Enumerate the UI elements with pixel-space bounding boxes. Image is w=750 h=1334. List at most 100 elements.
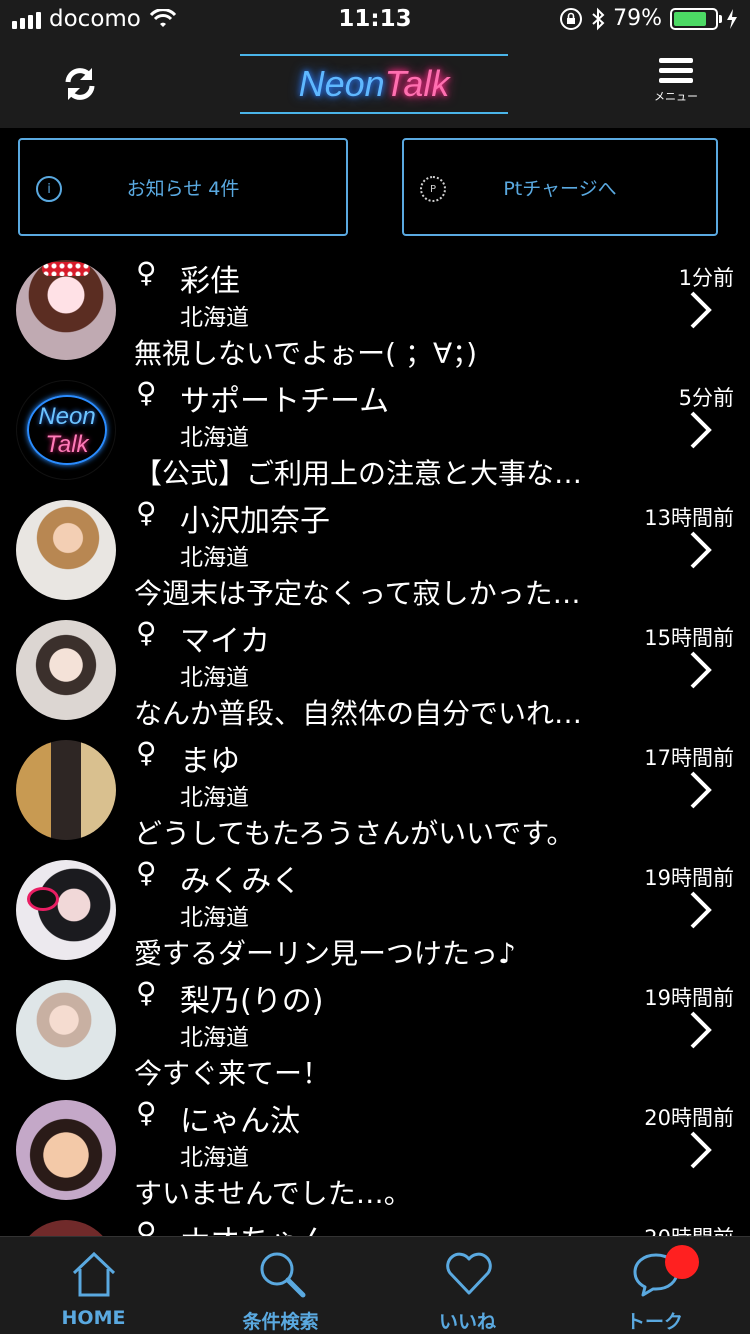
message-row[interactable]: Neon Talk ♀ サポートチーム 北海道 【公式】ご利用上の注意と大事な…… xyxy=(0,370,750,490)
tab-bar: HOME 条件検索 いいね トーク xyxy=(0,1236,750,1334)
status-right: 79% xyxy=(559,6,738,31)
chevron-right-icon xyxy=(690,291,712,329)
message-preview: どうしてもたろうさんがいいです。 xyxy=(134,817,575,850)
message-time: 1分前 xyxy=(678,266,734,290)
avatar-logo-talk: Talk xyxy=(45,431,89,458)
user-name: 彩佳 xyxy=(180,264,240,299)
info-icon: i xyxy=(36,176,62,202)
avatar[interactable] xyxy=(16,260,116,360)
status-bar: docomo 11:13 79% xyxy=(0,0,750,40)
message-time: 20時間前 xyxy=(644,1106,734,1130)
tab-label: HOME xyxy=(61,1307,126,1329)
avatar[interactable] xyxy=(16,1220,116,1236)
message-preview: 愛するダーリン見ーつけたっ♪ xyxy=(134,937,516,970)
tab-likes[interactable]: いいね xyxy=(374,1237,561,1334)
message-row[interactable]: ♀ 彩佳 北海道 無視しないでよぉー( ；∀；) 1分前 xyxy=(0,250,750,370)
tab-label: 条件検索 xyxy=(242,1311,319,1333)
female-icon: ♀ xyxy=(136,616,157,649)
chevron-right-icon xyxy=(690,651,712,689)
female-icon: ♀ xyxy=(136,256,157,289)
user-name: ナオちゃん xyxy=(180,1216,330,1236)
message-time: 20時間前 xyxy=(644,1222,734,1236)
message-list: ♀ 彩佳 北海道 無視しないでよぉー( ；∀；) 1分前 Neon Talk ♀… xyxy=(0,250,750,1236)
points-icon: P xyxy=(420,176,446,202)
app-header: Neon Talk メニュー xyxy=(0,40,750,128)
battery-percent: 79% xyxy=(613,6,662,31)
user-prefecture: 北海道 xyxy=(180,1025,249,1051)
user-name: サポートチーム xyxy=(180,384,390,419)
avatar[interactable]: Neon Talk xyxy=(16,380,116,480)
user-prefecture: 北海道 xyxy=(180,905,249,931)
message-row[interactable]: ♀ まゆ 北海道 どうしてもたろうさんがいいです。 17時間前 xyxy=(0,730,750,850)
charge-button[interactable]: P Ptチャージへ xyxy=(402,138,718,236)
app-logo: Neon Talk xyxy=(240,54,508,114)
user-name: マイカ xyxy=(180,624,270,659)
message-preview: 今週末は予定なくって寂しかった… xyxy=(134,577,581,610)
message-row[interactable]: ♀ ナオちゃん 20時間前 xyxy=(0,1210,750,1236)
message-time: 19時間前 xyxy=(644,866,734,890)
avatar[interactable] xyxy=(16,860,116,960)
chevron-right-icon xyxy=(690,771,712,809)
chevron-right-icon xyxy=(690,531,712,569)
user-prefecture: 北海道 xyxy=(180,305,249,331)
message-row[interactable]: ♀ 梨乃(りの) 北海道 今すぐ来てー！ 19時間前 xyxy=(0,970,750,1090)
user-name: みくみく xyxy=(180,864,302,899)
message-time: 19時間前 xyxy=(644,986,734,1010)
message-preview: 無視しないでよぉー( ；∀；) xyxy=(134,337,478,370)
user-prefecture: 北海道 xyxy=(180,425,249,451)
avatar[interactable] xyxy=(16,740,116,840)
chevron-right-icon xyxy=(690,891,712,929)
message-time: 15時間前 xyxy=(644,626,734,650)
avatar-logo-neon: Neon xyxy=(38,403,96,430)
news-label: お知らせ 4件 xyxy=(126,177,240,200)
battery-fill xyxy=(674,11,706,26)
action-buttons: i お知らせ 4件 P Ptチャージへ xyxy=(0,128,750,246)
message-preview: 【公式】ご利用上の注意と大事な… xyxy=(134,457,583,490)
charging-icon xyxy=(727,8,737,29)
charge-label: Ptチャージへ xyxy=(503,177,617,200)
refresh-icon xyxy=(65,68,95,100)
notification-badge xyxy=(665,1245,699,1279)
refresh-button[interactable] xyxy=(56,60,104,108)
message-time: 17時間前 xyxy=(644,746,734,770)
female-icon: ♀ xyxy=(136,376,157,409)
bluetooth-icon xyxy=(592,7,605,30)
chevron-right-icon xyxy=(690,411,712,449)
heart-icon xyxy=(446,1252,492,1295)
female-icon: ♀ xyxy=(136,856,157,889)
female-icon: ♀ xyxy=(136,496,157,529)
tab-home[interactable]: HOME xyxy=(0,1237,187,1334)
menu-label: メニュー xyxy=(654,90,698,103)
tab-talk[interactable]: トーク xyxy=(561,1237,748,1334)
avatar[interactable] xyxy=(16,620,116,720)
avatar[interactable] xyxy=(16,980,116,1080)
message-row[interactable]: ♀ マイカ 北海道 なんか普段、自然体の自分でいれ… 15時間前 xyxy=(0,610,750,730)
message-preview: すいませんでした…。 xyxy=(134,1177,412,1210)
message-row[interactable]: ♀ みくみく 北海道 愛するダーリン見ーつけたっ♪ 19時間前 xyxy=(0,850,750,970)
message-row[interactable]: ♀ にゃん汰 北海道 すいませんでした…。 20時間前 xyxy=(0,1090,750,1210)
avatar[interactable] xyxy=(16,1100,116,1200)
battery-icon xyxy=(670,7,722,30)
user-prefecture: 北海道 xyxy=(180,1145,249,1171)
message-time: 13時間前 xyxy=(644,506,734,530)
home-icon xyxy=(72,1251,116,1297)
search-icon xyxy=(260,1252,306,1298)
news-button[interactable]: i お知らせ 4件 xyxy=(18,138,348,236)
user-name: 梨乃(りの) xyxy=(180,984,324,1019)
user-prefecture: 北海道 xyxy=(180,665,249,691)
message-preview: なんか普段、自然体の自分でいれ… xyxy=(134,697,583,730)
user-name: 小沢加奈子 xyxy=(180,504,330,539)
hamburger-icon xyxy=(654,58,698,83)
tab-search[interactable]: 条件検索 xyxy=(187,1237,374,1334)
female-icon: ♀ xyxy=(136,1216,157,1236)
avatar[interactable] xyxy=(16,500,116,600)
message-row[interactable]: ♀ 小沢加奈子 北海道 今週末は予定なくって寂しかった… 13時間前 xyxy=(0,490,750,610)
tab-label: トーク xyxy=(625,1311,683,1333)
female-icon: ♀ xyxy=(136,1096,157,1129)
female-icon: ♀ xyxy=(136,736,157,769)
chevron-right-icon xyxy=(690,1131,712,1169)
female-icon: ♀ xyxy=(136,976,157,1009)
logo-talk: Talk xyxy=(384,63,450,104)
menu-button[interactable]: メニュー xyxy=(654,58,698,112)
tab-label: いいね xyxy=(438,1311,496,1333)
